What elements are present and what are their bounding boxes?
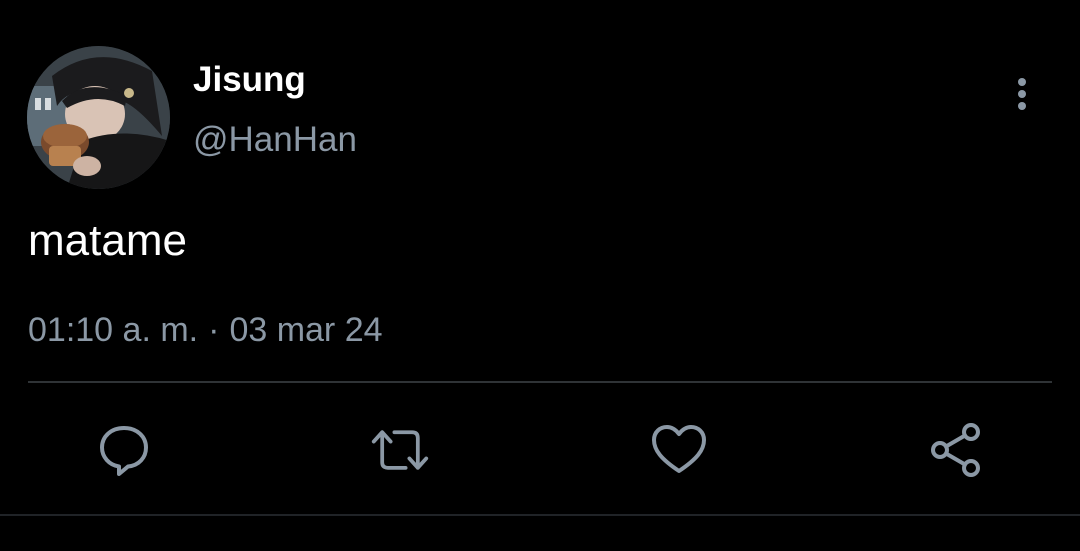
tweet-date[interactable]: 03 mar 24	[229, 311, 382, 349]
share-nodes-icon	[931, 423, 980, 477]
meta-separator: ·	[208, 311, 220, 349]
display-name[interactable]: Jisung	[193, 58, 306, 102]
more-options-button[interactable]	[1000, 70, 1044, 118]
divider	[28, 381, 1052, 383]
avatar[interactable]	[27, 46, 170, 189]
bottom-divider	[0, 514, 1080, 516]
avatar-photo	[27, 46, 170, 189]
tweet-timestamp: 01:10 a. m. · 03 mar 24	[28, 308, 383, 352]
vertical-dots-icon	[1018, 78, 1026, 110]
tweet-time[interactable]: 01:10 a. m.	[28, 311, 198, 349]
reply-button[interactable]	[94, 420, 154, 480]
user-handle[interactable]: @HanHan	[193, 118, 357, 162]
like-button[interactable]	[649, 420, 709, 480]
tweet-text: matame	[28, 216, 187, 265]
share-button[interactable]	[926, 420, 986, 480]
retweet-button[interactable]	[370, 420, 430, 480]
heart-icon	[652, 425, 706, 473]
retweet-arrows-icon	[371, 430, 429, 470]
speech-bubble-icon	[100, 426, 148, 476]
